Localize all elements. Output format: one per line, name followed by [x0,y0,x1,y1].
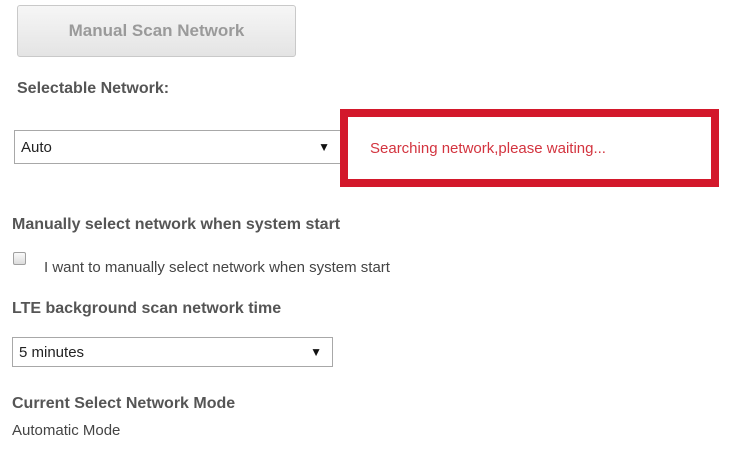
dropdown-arrow-icon: ▼ [318,140,330,154]
network-search-status: Searching network,please waiting... [370,139,606,157]
dropdown-arrow-icon: ▼ [310,345,322,359]
manual-scan-network-button[interactable]: Manual Scan Network [17,5,296,57]
current-network-mode-heading: Current Select Network Mode [12,395,236,412]
current-network-mode-value: Automatic Mode [12,422,121,439]
selectable-network-value: Auto [21,138,52,156]
selectable-network-select[interactable]: Auto ▼ [14,130,341,164]
highlight-box: Searching network,please waiting... [340,109,719,187]
manual-select-checkbox-label: I want to manually select network when s… [44,259,390,276]
selectable-network-label: Selectable Network: [17,80,170,97]
lte-scan-time-select[interactable]: 5 minutes ▼ [12,337,333,367]
lte-scan-time-heading: LTE background scan network time [12,300,282,317]
manual-select-checkbox[interactable] [13,252,26,265]
lte-scan-time-value: 5 minutes [19,343,85,361]
manual-select-heading: Manually select network when system star… [12,216,341,233]
